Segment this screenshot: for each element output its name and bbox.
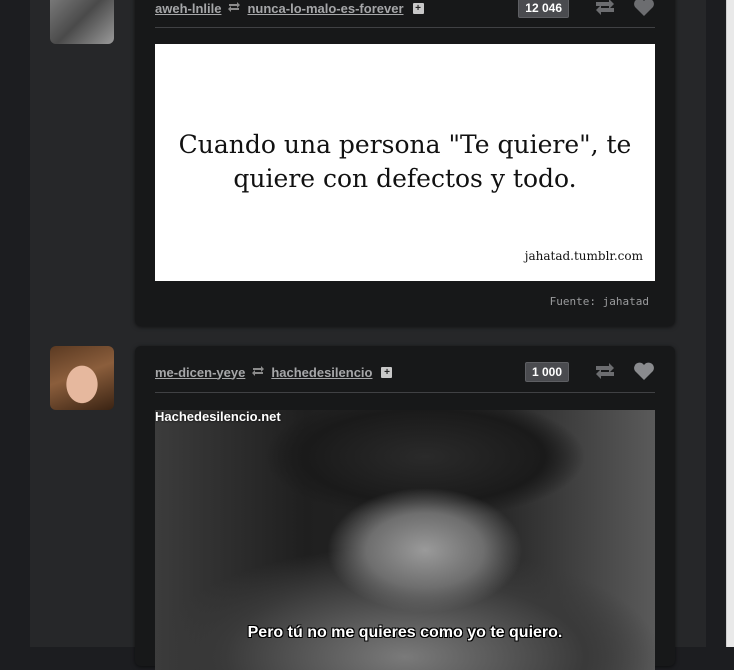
- source-label: Fuente:: [549, 295, 597, 308]
- post-card: aweh-lnlile nunca-lo-malo-es-forever + 1…: [135, 0, 675, 326]
- post-header: aweh-lnlile nunca-lo-malo-es-forever + 1…: [155, 0, 655, 18]
- avatar[interactable]: [50, 0, 114, 44]
- notes-count[interactable]: 12 046: [518, 0, 569, 18]
- image-watermark: Hachedesilencio.net: [155, 410, 281, 424]
- plus-icon[interactable]: +: [412, 2, 424, 14]
- gif-subtitle: Pero tú no me quieres como yo te quiero.: [247, 624, 563, 641]
- like-button[interactable]: [633, 361, 655, 381]
- avatar[interactable]: [50, 346, 114, 410]
- post-card: me-dicen-yeye hachedesilencio + 1 000 Ha…: [135, 346, 675, 670]
- reblog-icon: [251, 365, 265, 379]
- reblog-button[interactable]: [593, 361, 617, 381]
- quote-image[interactable]: Cuando una persona "Te quiere", te quier…: [155, 44, 655, 281]
- like-button[interactable]: [633, 0, 655, 17]
- quote-text: Cuando una persona "Te quiere", te quier…: [178, 130, 632, 193]
- plus-icon[interactable]: +: [381, 366, 393, 378]
- source-line: Fuente: jahatad: [550, 295, 649, 308]
- poster-link[interactable]: me-dicen-yeye: [155, 365, 245, 380]
- post-gif[interactable]: Hachedesilencio.net Pero tú no me quiere…: [155, 410, 655, 670]
- post-header: me-dicen-yeye hachedesilencio + 1 000: [155, 362, 655, 382]
- reblog-icon: [227, 1, 241, 15]
- notes-count[interactable]: 1 000: [524, 362, 569, 382]
- header-divider: [155, 27, 655, 28]
- source-link[interactable]: jahatad: [603, 295, 649, 308]
- scrollbar[interactable]: [726, 0, 734, 647]
- image-watermark: jahatad.tumblr.com: [524, 249, 643, 263]
- reblogged-from-link[interactable]: nunca-lo-malo-es-forever: [247, 1, 403, 16]
- reblogged-from-link[interactable]: hachedesilencio: [271, 365, 372, 380]
- reblog-button[interactable]: [593, 0, 617, 17]
- header-divider: [155, 392, 655, 393]
- poster-link[interactable]: aweh-lnlile: [155, 1, 221, 16]
